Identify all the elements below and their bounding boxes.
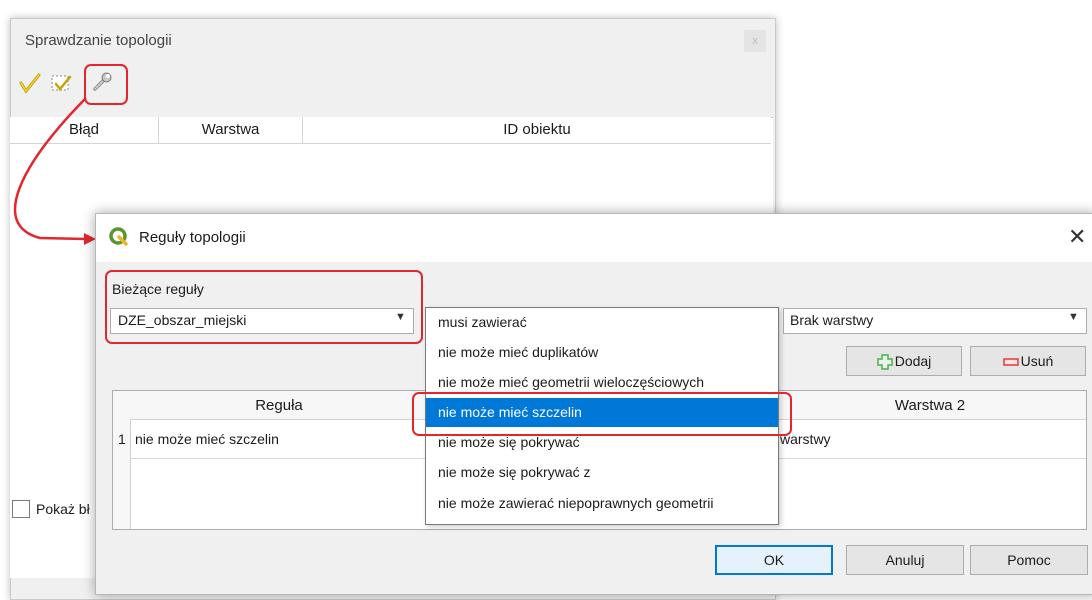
minus-icon — [1002, 358, 1019, 367]
validate-extent-icon[interactable] — [50, 72, 72, 94]
dropdown-option[interactable]: musi zawierać — [426, 308, 778, 337]
row-number: 1 — [118, 431, 126, 447]
dropdown-option[interactable]: nie może zawierać niepoprawnych geometri… — [426, 489, 778, 518]
wrench-highlight — [84, 64, 128, 105]
column-header-layer2[interactable]: Warstwa 2 — [780, 397, 1080, 414]
close-button[interactable]: x — [744, 30, 766, 52]
column-header-error[interactable]: Błąd — [10, 117, 159, 144]
add-rule-label: Dodaj — [894, 353, 932, 369]
column-header-object-id[interactable]: ID obiektu — [303, 117, 771, 144]
column-header-layer[interactable]: Warstwa — [159, 117, 303, 144]
column-header-rule[interactable]: Reguła — [131, 397, 427, 414]
layer2-value: Brak warstwy — [790, 312, 874, 328]
current-rules-highlight — [105, 270, 423, 344]
remove-rule-label: Usuń — [1020, 353, 1054, 369]
ok-button[interactable]: OK — [715, 545, 833, 575]
help-button[interactable]: Pomoc — [970, 545, 1088, 575]
plus-icon — [876, 354, 893, 371]
window-title: Sprawdzanie topologii — [25, 32, 172, 49]
dropdown-option[interactable]: nie może mieć duplikatów — [426, 338, 778, 367]
qgis-logo-icon — [109, 227, 128, 246]
selected-option-highlight — [412, 392, 792, 436]
remove-rule-button[interactable]: Usuń — [970, 346, 1086, 376]
add-rule-button[interactable]: Dodaj — [846, 346, 962, 376]
show-errors-label: Pokaż bł — [36, 501, 90, 517]
chevron-down-icon: ▼ — [1068, 311, 1079, 323]
table-cell-rule[interactable]: nie może mieć szczelin — [135, 431, 279, 447]
show-errors-checkbox[interactable] — [12, 500, 30, 518]
close-icon[interactable]: ✕ — [1068, 224, 1086, 250]
dropdown-option[interactable]: nie może się pokrywać z — [426, 458, 778, 487]
cancel-button[interactable]: Anuluj — [846, 545, 964, 575]
validate-all-icon[interactable] — [19, 72, 41, 94]
dialog-title: Reguły topologii — [139, 229, 246, 246]
